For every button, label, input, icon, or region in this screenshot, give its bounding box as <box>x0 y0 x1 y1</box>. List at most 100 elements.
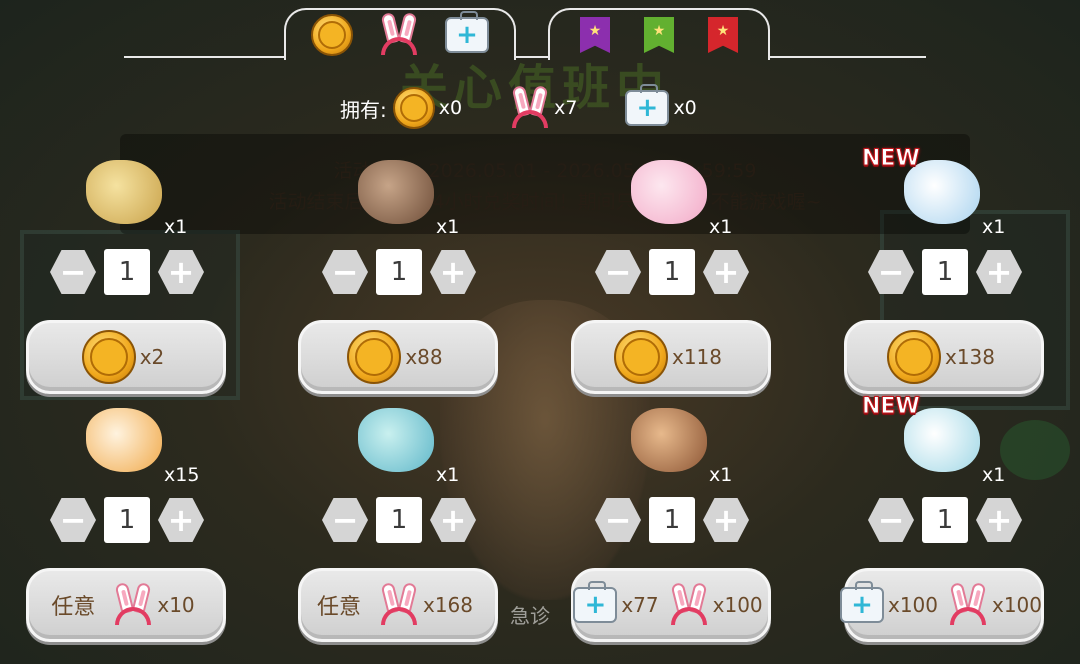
decrease-button[interactable]: − <box>868 250 914 294</box>
coin-icon <box>613 330 668 384</box>
bunny-ears-icon <box>379 581 419 627</box>
quantity-stepper: −1 + <box>322 248 476 296</box>
exchange-button[interactable]: x118 <box>571 320 771 394</box>
increase-button[interactable]: + <box>430 498 476 542</box>
quantity-value[interactable]: 1 <box>104 249 150 295</box>
bunny-ears-icon <box>510 84 550 130</box>
owned-currency-row: 拥有: x0 x7 + x0 <box>340 84 745 132</box>
reward-card: x1−1 + + x77 x100 <box>571 400 791 650</box>
decrease-button[interactable]: − <box>595 250 641 294</box>
treasure-scroll-reward-icon <box>78 152 170 232</box>
tab-line-mid <box>514 56 550 58</box>
decrease-button[interactable]: − <box>868 498 914 542</box>
quantity-value[interactable]: 1 <box>376 497 422 543</box>
quantity-stepper: −1 + <box>50 496 204 544</box>
cost-amount: x168 <box>423 593 474 617</box>
decrease-button[interactable]: − <box>322 250 368 294</box>
quantity-stepper: −1 + <box>868 248 1022 296</box>
quantity-value[interactable]: 1 <box>104 497 150 543</box>
quantity-value[interactable]: 1 <box>922 497 968 543</box>
reward-card: NEW x1−1 + + x100 x100 <box>839 394 1064 650</box>
exchange-button[interactable]: 任意 x10 <box>26 568 226 642</box>
decrease-button[interactable]: − <box>595 498 641 542</box>
increase-button[interactable]: + <box>158 498 204 542</box>
reward-card: x1 −1 + x2 <box>26 152 246 402</box>
quantity-value[interactable]: 1 <box>922 249 968 295</box>
decrease-button[interactable]: − <box>322 498 368 542</box>
coin-icon <box>81 330 136 384</box>
reward-card: NEW x1 −1 + x138 <box>844 146 1064 402</box>
quantity-stepper: −1 + <box>322 496 476 544</box>
bunny-ears-icon <box>379 11 419 57</box>
reward-quantity: x1 <box>709 216 733 238</box>
medical-kit-icon: + <box>573 581 618 623</box>
cost-amount: x100 <box>887 593 938 617</box>
bunny-ears-icon <box>948 581 988 627</box>
purple-pennant-icon: ★ <box>580 17 610 53</box>
owned-kit-count: x0 <box>673 97 697 119</box>
quantity-stepper: −1 + <box>868 496 1022 544</box>
increase-button[interactable]: + <box>703 498 749 542</box>
cost-amount: x138 <box>944 345 995 369</box>
reward-quantity: x1 <box>982 216 1006 238</box>
reward-card: x15 −1 + 任意 x10 <box>26 400 246 650</box>
exchange-button[interactable]: x2 <box>26 320 226 394</box>
reward-quantity: x15 <box>164 464 200 486</box>
decrease-button[interactable]: − <box>50 250 96 294</box>
reward-quantity: x1 <box>982 464 1006 486</box>
cost-amount: x118 <box>671 345 722 369</box>
cost-amount: x77 <box>621 593 659 617</box>
red-pennant-icon: ★ <box>708 17 738 53</box>
any-currency-label: 任意 <box>316 595 361 620</box>
quantity-stepper: −1 + <box>595 496 749 544</box>
coin-icon <box>886 330 941 384</box>
curly-hair-doll-reward-icon <box>623 400 715 480</box>
fairy-girl-reward-icon <box>623 152 715 232</box>
reward-card: x1 −1 + x88 <box>298 152 518 402</box>
new-badge: NEW <box>862 394 921 420</box>
exchange-button[interactable]: x88 <box>298 320 498 394</box>
puppy-puzzle-reward-icon <box>78 400 170 480</box>
medical-kit-icon: + <box>839 581 884 623</box>
increase-button[interactable]: + <box>158 250 204 294</box>
reward-quantity: x1 <box>436 464 460 486</box>
quantity-value[interactable]: 1 <box>649 497 695 543</box>
any-currency-label: 任意 <box>51 595 96 620</box>
decrease-button[interactable]: − <box>50 498 96 542</box>
coin-icon <box>311 14 353 56</box>
reward-card: x1 −1 + 任意 x168 <box>298 400 518 650</box>
exchange-button[interactable]: + x100 x100 <box>839 568 1044 642</box>
increase-button[interactable]: + <box>976 250 1022 294</box>
quantity-value[interactable]: 1 <box>376 249 422 295</box>
owned-ears-count: x7 <box>554 97 578 119</box>
event-time-text: 活动时间：2026.05.01 - 2026.05.31 23:59:59 <box>333 160 757 182</box>
reward-quantity: x1 <box>436 216 460 238</box>
cost-amount: x100 <box>992 593 1043 617</box>
exchange-button[interactable]: + x77 x100 <box>571 568 771 642</box>
event-info-banner: 活动时间：2026.05.01 - 2026.05.31 23:59:59 活动… <box>120 134 970 234</box>
increase-button[interactable]: + <box>976 498 1022 542</box>
cost-amount: x2 <box>139 345 165 369</box>
cost-amount: x100 <box>712 593 763 617</box>
owned-label: 拥有: <box>340 97 387 122</box>
bunny-gift-box-reward-icon <box>350 152 442 232</box>
quantity-stepper: −1 + <box>50 248 204 296</box>
reward-quantity: x1 <box>709 464 733 486</box>
tab-currency-exchange[interactable]: + <box>284 8 516 60</box>
tab-pennant-exchange[interactable]: ★ ★ ★ <box>548 8 770 60</box>
reward-quantity: x1 <box>164 216 188 238</box>
mermaid-pet-reward-icon <box>350 400 442 480</box>
tab-line-left <box>124 56 286 58</box>
increase-button[interactable]: + <box>430 250 476 294</box>
cost-amount: x10 <box>157 593 195 617</box>
quantity-value[interactable]: 1 <box>649 249 695 295</box>
reward-card: x1 −1 + x118 <box>571 152 791 402</box>
medical-kit-icon: + <box>625 84 670 126</box>
exchange-button[interactable]: 任意 x168 <box>298 568 498 642</box>
exchange-button[interactable]: x138 <box>844 320 1044 394</box>
increase-button[interactable]: + <box>703 250 749 294</box>
bunny-ears-icon <box>113 581 153 627</box>
coin-icon <box>347 330 402 384</box>
cost-amount: x88 <box>405 345 443 369</box>
green-pennant-icon: ★ <box>644 17 674 53</box>
